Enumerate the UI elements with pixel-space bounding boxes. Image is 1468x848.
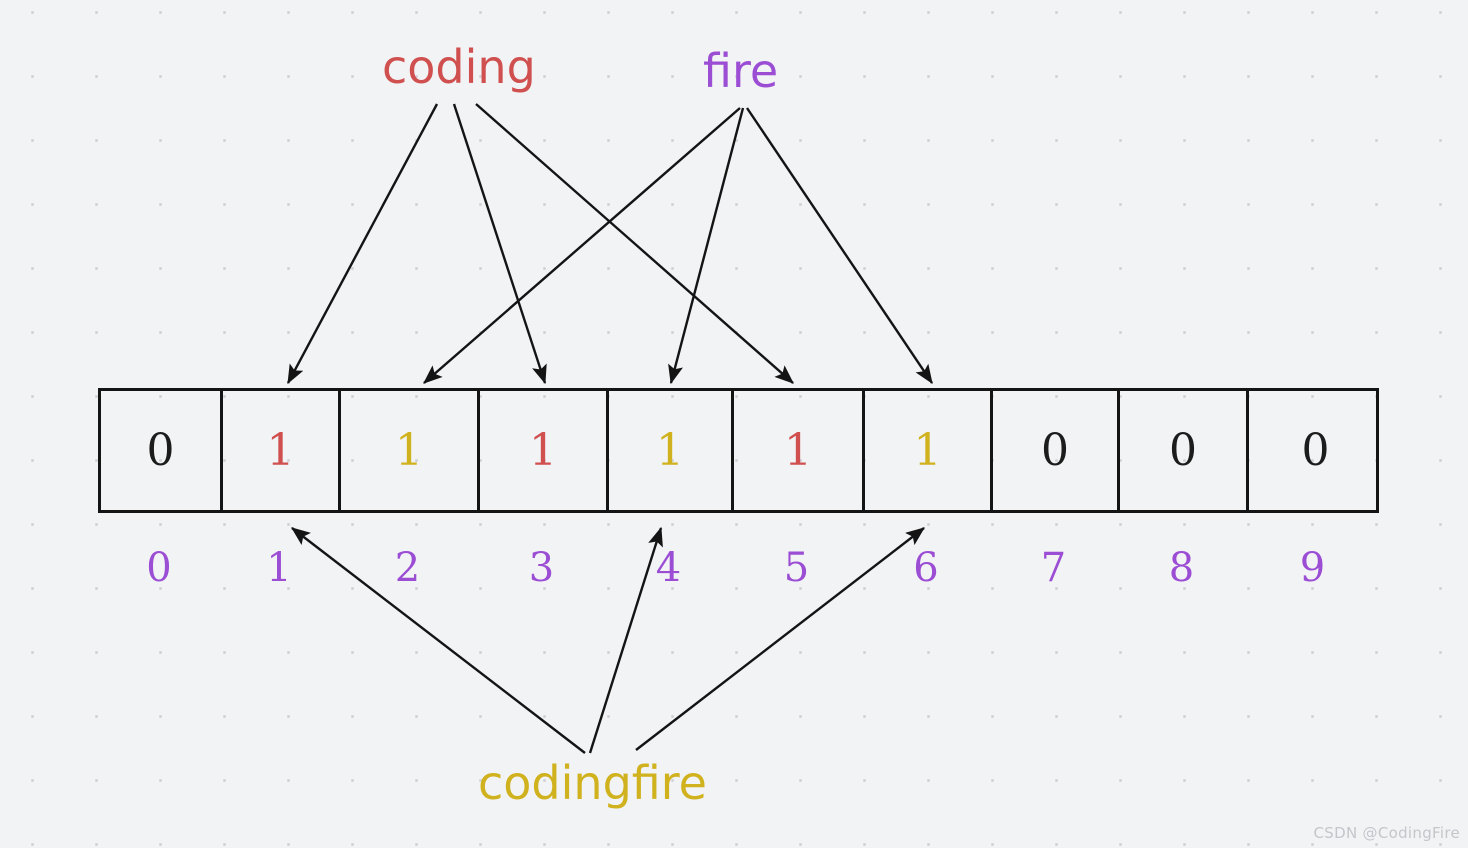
word-label-fire: fire [703, 44, 779, 98]
index-label-8: 8 [1168, 545, 1195, 591]
array-cell-0: 0 [101, 391, 223, 510]
index-label-3: 3 [528, 545, 555, 591]
arrow-fire-to-2 [423, 107, 741, 384]
word-label-codingfire: codingfire [478, 756, 707, 810]
arrow-group-coding [286, 103, 794, 385]
array-cell-3: 1 [480, 391, 609, 510]
array-cell-8: 0 [1120, 391, 1249, 510]
watermark: CSDN @CodingFire [1313, 824, 1460, 842]
index-label-7: 7 [1040, 545, 1067, 591]
arrow-coding-to-3 [452, 103, 547, 385]
index-label-6: 6 [913, 545, 939, 591]
index-label-2: 2 [394, 545, 421, 591]
arrow-fire-to-4 [668, 107, 745, 385]
index-label-1: 1 [266, 545, 292, 591]
index-label-0: 0 [146, 545, 172, 591]
bit-array-table: 0111111000 [98, 388, 1379, 513]
array-cell-5: 1 [734, 391, 865, 510]
array-cell-9: 0 [1301, 424, 1330, 476]
array-cell-2: 1 [341, 391, 480, 510]
array-cell-4: 1 [609, 391, 734, 510]
array-cell-6: 1 [865, 391, 993, 510]
array-cell-1: 1 [223, 391, 341, 510]
arrow-coding-to-1 [286, 103, 439, 385]
word-label-coding: coding [382, 40, 536, 94]
index-label-9: 9 [1299, 545, 1326, 591]
index-label-4: 4 [655, 545, 682, 591]
arrow-fire-to-6 [746, 107, 933, 384]
arrow-coding-to-5 [475, 103, 794, 384]
array-cell-7: 0 [993, 391, 1120, 510]
index-label-5: 5 [783, 545, 810, 591]
bit-array-index-row: 0 1 2 3 4 5 6 7 8 9 [98, 538, 1379, 598]
